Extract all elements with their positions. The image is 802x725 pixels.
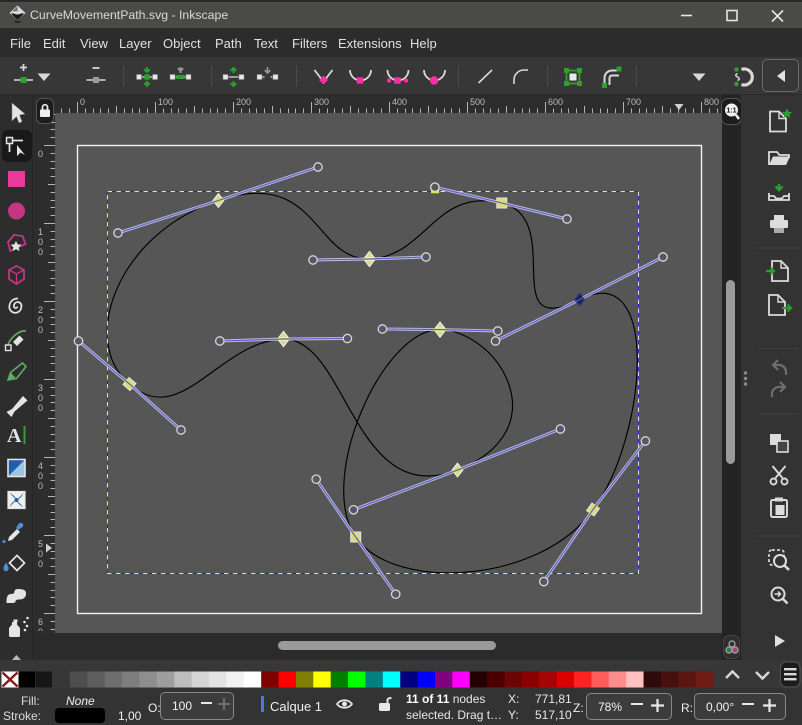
svg-text:0: 0 (38, 627, 43, 631)
svg-text:0: 0 (38, 237, 43, 247)
svg-text:0: 0 (38, 315, 43, 325)
svg-text:A: A (7, 425, 22, 447)
svg-text:4: 4 (38, 461, 43, 471)
svg-text:400: 400 (392, 97, 407, 107)
svg-text:800: 800 (704, 97, 719, 107)
svg-text:1:1: 1:1 (726, 108, 736, 115)
svg-text:3: 3 (38, 383, 43, 393)
svg-text:0: 0 (38, 549, 43, 559)
svg-text:2: 2 (38, 305, 43, 315)
svg-text:200: 200 (236, 97, 251, 107)
svg-text:0: 0 (80, 97, 85, 107)
svg-text:0: 0 (38, 325, 43, 335)
svg-text:0: 0 (38, 403, 43, 413)
svg-text:6: 6 (38, 617, 43, 627)
svg-text:0: 0 (38, 481, 43, 491)
svg-text:1: 1 (38, 227, 43, 237)
svg-text:700: 700 (626, 97, 641, 107)
svg-text:300: 300 (314, 97, 329, 107)
svg-text:0: 0 (38, 393, 43, 403)
svg-text:100: 100 (158, 97, 173, 107)
svg-text:500: 500 (470, 97, 485, 107)
svg-text:0: 0 (38, 247, 43, 257)
svg-text:5: 5 (38, 539, 43, 549)
svg-text:0: 0 (38, 559, 43, 569)
svg-text:600: 600 (548, 97, 563, 107)
svg-text:0: 0 (38, 149, 43, 159)
svg-text:0: 0 (38, 471, 43, 481)
